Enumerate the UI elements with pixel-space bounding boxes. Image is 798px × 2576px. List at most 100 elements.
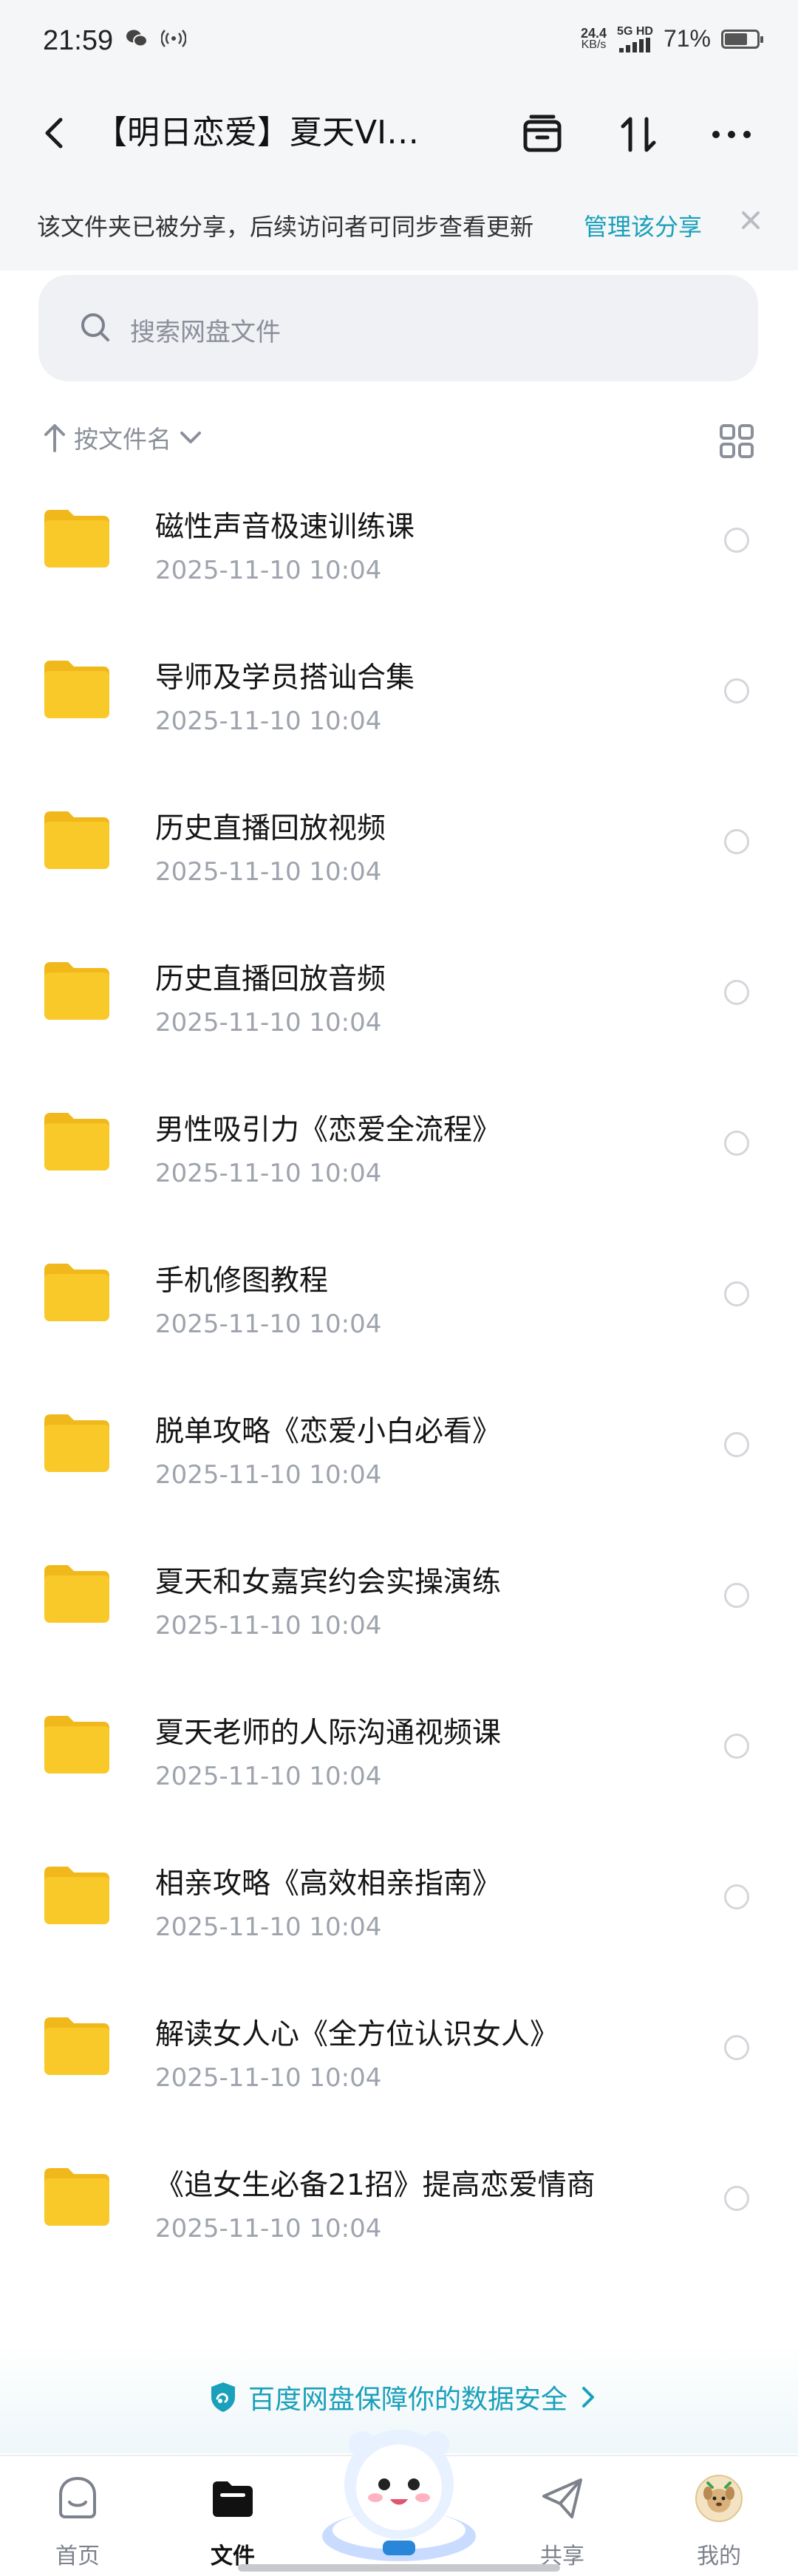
file-date: 2025-11-10 10:04 bbox=[155, 2063, 382, 2093]
file-name: 相亲攻略《高效相亲指南》 bbox=[155, 1867, 502, 1901]
status-notification-icons bbox=[126, 28, 186, 49]
file-name: 历史直播回放音频 bbox=[155, 963, 386, 996]
select-checkbox[interactable] bbox=[724, 528, 749, 553]
folder-icon bbox=[44, 962, 109, 1020]
select-checkbox[interactable] bbox=[724, 1281, 749, 1306]
close-icon bbox=[742, 211, 760, 229]
file-date: 2025-11-10 10:04 bbox=[155, 1762, 382, 1791]
transfer-button[interactable] bbox=[610, 106, 666, 163]
back-button[interactable] bbox=[33, 109, 80, 157]
file-date: 2025-11-10 10:04 bbox=[155, 1008, 382, 1037]
file-date: 2025-11-10 10:04 bbox=[155, 1912, 382, 1942]
folder-icon bbox=[44, 1414, 109, 1472]
select-all-button[interactable] bbox=[514, 106, 570, 163]
file-list-item[interactable]: 解读女人心《全方位认识女人》 2025-11-10 10:04 bbox=[0, 1989, 798, 2140]
select-checkbox[interactable] bbox=[724, 1884, 749, 1909]
file-list-item[interactable]: 导师及学员搭讪合集 2025-11-10 10:04 bbox=[0, 633, 798, 783]
select-checkbox[interactable] bbox=[724, 678, 749, 703]
folder-icon bbox=[44, 1565, 109, 1623]
network-type: 5G HD bbox=[617, 24, 653, 38]
manage-share-link[interactable]: 管理该分享 bbox=[584, 208, 702, 242]
file-name: 男性吸引力《恋爱全流程》 bbox=[155, 1114, 502, 1147]
more-button[interactable] bbox=[703, 106, 760, 163]
file-name: 解读女人心《全方位认识女人》 bbox=[155, 2018, 559, 2051]
nav-share[interactable]: 共享 bbox=[507, 2464, 618, 2575]
search-icon bbox=[81, 313, 109, 341]
send-plane-icon bbox=[542, 2478, 582, 2518]
nav-home[interactable]: 首页 bbox=[22, 2464, 133, 2575]
more-dots-icon bbox=[712, 131, 751, 138]
file-date: 2025-11-10 10:04 bbox=[155, 2214, 382, 2243]
file-list-item[interactable]: 男性吸引力《恋爱全流程》 2025-11-10 10:04 bbox=[0, 1085, 798, 1236]
file-name: 脱单攻略《恋爱小白必看》 bbox=[155, 1415, 502, 1448]
archive-box-icon bbox=[523, 115, 562, 152]
search-placeholder: 搜索网盘文件 bbox=[130, 318, 281, 347]
shield-icon bbox=[211, 2382, 235, 2412]
file-list-item[interactable]: 历史直播回放视频 2025-11-10 10:04 bbox=[0, 783, 798, 934]
status-right-icons: 24.4 KB/s 5G HD 71% bbox=[581, 24, 763, 52]
file-date: 2025-11-10 10:04 bbox=[155, 556, 382, 585]
signal-indicator: 5G HD bbox=[617, 24, 653, 52]
select-checkbox[interactable] bbox=[724, 1583, 749, 1608]
file-date: 2025-11-10 10:04 bbox=[155, 1159, 382, 1188]
select-checkbox[interactable] bbox=[724, 829, 749, 854]
select-checkbox[interactable] bbox=[724, 1131, 749, 1156]
file-list-item[interactable]: 相亲攻略《高效相亲指南》 2025-11-10 10:04 bbox=[0, 1839, 798, 1989]
share-notice-bar: 该文件夹已被分享，后续访问者可同步查看更新 管理该分享 bbox=[0, 179, 798, 270]
network-speed-value: 24.4 bbox=[581, 25, 607, 41]
select-checkbox[interactable] bbox=[724, 980, 749, 1005]
battery-percentage: 71% bbox=[663, 25, 711, 52]
file-list-item[interactable]: 手机修图教程 2025-11-10 10:04 bbox=[0, 1236, 798, 1386]
close-notice-button[interactable] bbox=[736, 205, 765, 235]
file-name: 历史直播回放视频 bbox=[155, 812, 386, 845]
select-checkbox[interactable] bbox=[724, 2035, 749, 2060]
file-list: 磁性声音极速训练课 2025-11-10 10:04 导师及学员搭讪合集 2025-1… bbox=[0, 482, 798, 2291]
folder-icon bbox=[44, 510, 109, 568]
page-title: 【明日恋爱】夏天VI… bbox=[95, 114, 420, 151]
battery-level bbox=[725, 33, 747, 45]
grid-view-button[interactable] bbox=[718, 423, 755, 460]
file-list-item[interactable]: 夏天和女嘉宾约会实操演练 2025-11-10 10:04 bbox=[0, 1537, 798, 1688]
folder-icon bbox=[44, 2168, 109, 2226]
network-speed-unit: KB/s bbox=[581, 38, 607, 51]
avatar bbox=[695, 2475, 743, 2522]
home-indicator bbox=[238, 2564, 560, 2572]
select-checkbox[interactable] bbox=[724, 2186, 749, 2211]
share-notice-text: 该文件夹已被分享，后续访问者可同步查看更新 bbox=[37, 213, 534, 241]
nav-me[interactable]: 我的 bbox=[664, 2464, 774, 2575]
network-speed: 24.4 KB/s bbox=[581, 27, 607, 51]
select-checkbox[interactable] bbox=[724, 1734, 749, 1759]
home-face-icon bbox=[59, 2476, 96, 2518]
status-time: 21:59 bbox=[43, 25, 114, 56]
status-bar: 21:59 24.4 KB/s 5G HD 71% bbox=[0, 0, 798, 89]
file-list-item[interactable]: 脱单攻略《恋爱小白必看》 2025-11-10 10:04 bbox=[0, 1386, 798, 1537]
hotspot-icon bbox=[161, 30, 186, 47]
file-list-item[interactable]: 夏天老师的人际沟通视频课 2025-11-10 10:04 bbox=[0, 1688, 798, 1839]
file-name: 夏天和女嘉宾约会实操演练 bbox=[155, 1566, 502, 1599]
folder-icon bbox=[44, 2017, 109, 2075]
folder-icon bbox=[44, 1716, 109, 1773]
assistant-mascot-button[interactable] bbox=[313, 2410, 485, 2566]
chevron-down-icon bbox=[180, 432, 201, 443]
nav-me-label: 我的 bbox=[697, 2543, 741, 2569]
file-name: 手机修图教程 bbox=[155, 1264, 329, 1298]
file-list-item[interactable]: 历史直播回放音频 2025-11-10 10:04 bbox=[0, 934, 798, 1085]
nav-files[interactable]: 文件 bbox=[177, 2464, 288, 2575]
file-list-item[interactable]: 《追女生必备21招》提高恋爱情商 2025-11-10 10:04 bbox=[0, 2140, 798, 2291]
file-name: 夏天老师的人际沟通视频课 bbox=[155, 1717, 502, 1750]
file-date: 2025-11-10 10:04 bbox=[155, 1611, 382, 1640]
folder-icon bbox=[44, 811, 109, 869]
file-name: 导师及学员搭讪合集 bbox=[155, 661, 415, 695]
grid-view-icon bbox=[720, 424, 754, 458]
folder-icon bbox=[44, 1264, 109, 1321]
select-checkbox[interactable] bbox=[724, 1432, 749, 1457]
file-name: 磁性声音极速训练课 bbox=[155, 511, 415, 544]
up-down-arrows-icon bbox=[621, 117, 656, 152]
file-list-item[interactable]: 磁性声音极速训练课 2025-11-10 10:04 bbox=[0, 482, 798, 633]
file-date: 2025-11-10 10:04 bbox=[155, 706, 382, 736]
nav-home-label: 首页 bbox=[55, 2543, 100, 2569]
sort-by-name-button[interactable]: 按文件名 bbox=[41, 420, 204, 455]
search-input[interactable]: 搜索网盘文件 bbox=[38, 275, 758, 381]
folder-icon bbox=[44, 1867, 109, 1924]
file-date: 2025-11-10 10:04 bbox=[155, 1309, 382, 1339]
